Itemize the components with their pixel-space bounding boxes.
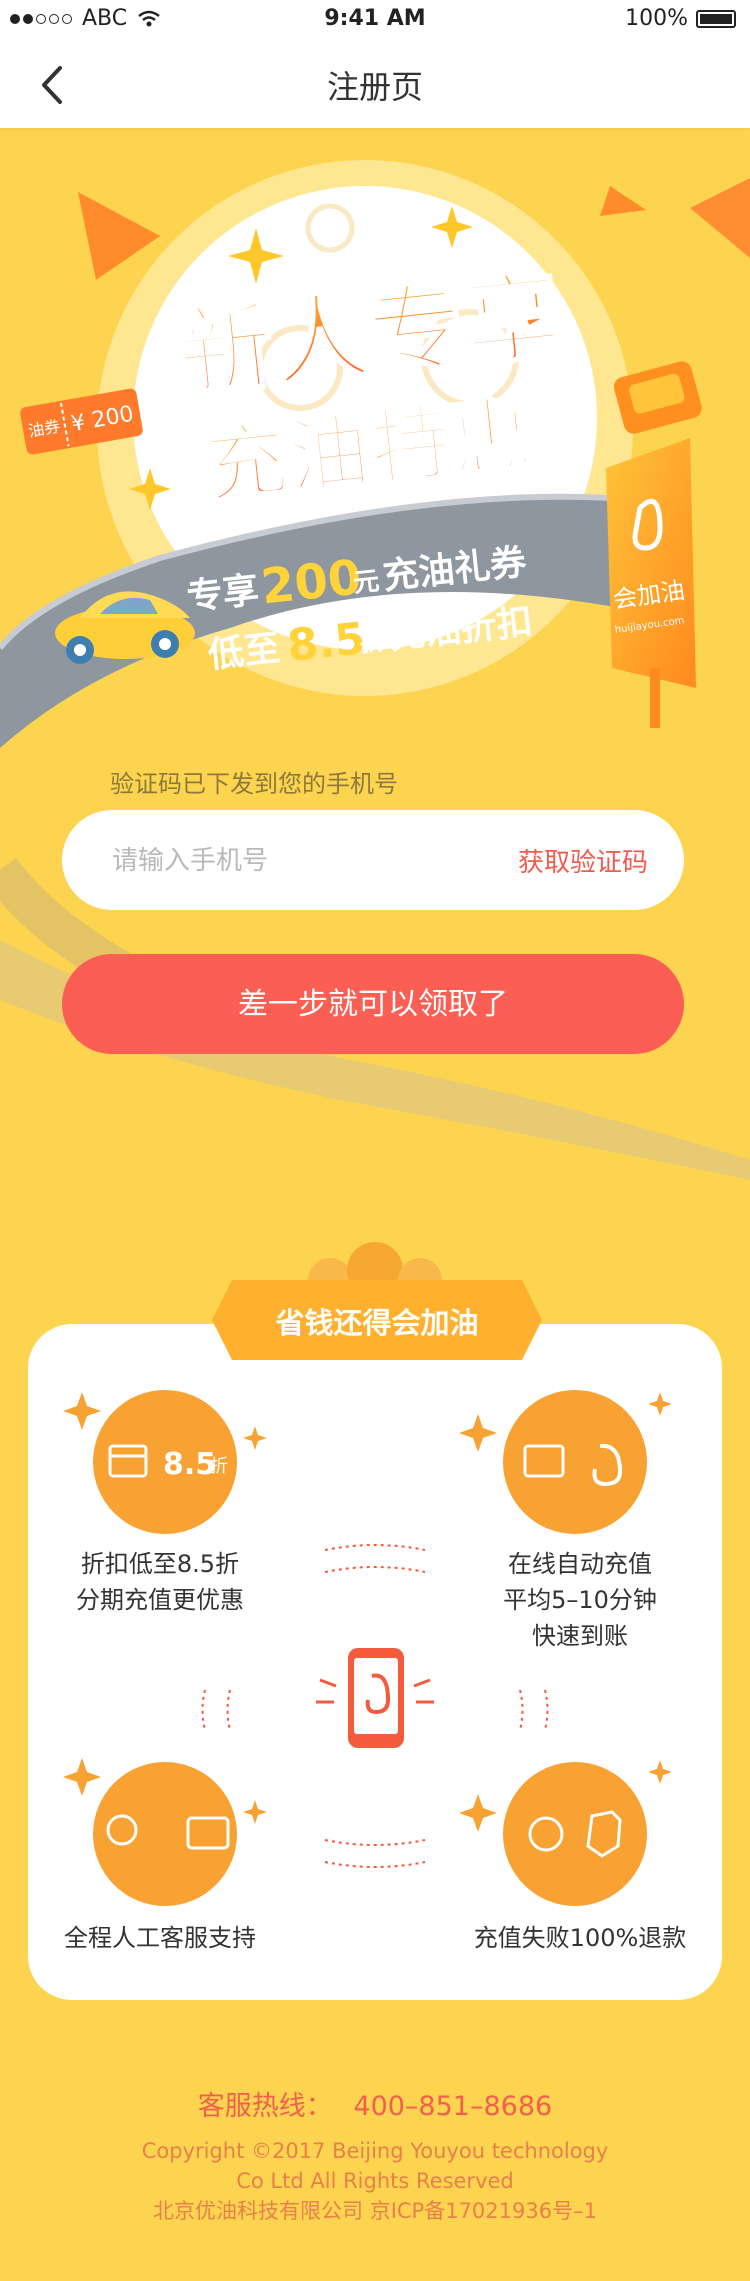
hero-sub2-num: 8.5 xyxy=(285,613,368,672)
status-right: 100% xyxy=(625,6,736,31)
nav-bar: 注册页 xyxy=(0,40,750,128)
hero-banner: 油券 ¥ 200 会加油 huijiayou.com 新人专享 充油特惠 专享 … xyxy=(0,160,750,748)
hotline-label: 客服热线： xyxy=(197,2091,333,2122)
feature-service-text: 全程人工客服支持 xyxy=(30,1920,290,1956)
copyright-line: 北京优油科技有限公司 京ICP备17021936号–1 xyxy=(153,2199,597,2223)
status-bar: ABC 9:41 AM 100% xyxy=(0,0,750,40)
feature-refund-text: 充值失败100%退款 xyxy=(450,1920,710,1956)
feature-line: 全程人工客服支持 xyxy=(64,1924,256,1952)
submit-button[interactable]: 差一步就可以领取了 xyxy=(62,954,684,1054)
discount-badge-num: 8.5 xyxy=(163,1447,216,1482)
deco-triangle xyxy=(690,178,750,258)
copyright: Copyright ©2017 Beijing Youyou technolog… xyxy=(0,2136,750,2226)
copyright-line: Copyright ©2017 Beijing Youyou technolog… xyxy=(141,2139,609,2163)
discount-badge-unit: 折 xyxy=(210,1456,228,1477)
hotline: 客服热线： 400–851–8686 xyxy=(0,2084,750,2123)
recharge-feature-icon xyxy=(460,1390,672,1534)
deco-triangle xyxy=(78,192,160,280)
battery-percent: 100% xyxy=(625,6,688,31)
refund-feature-icon xyxy=(460,1760,672,1906)
phone-field-container: 获取验证码 xyxy=(62,810,684,910)
hero-sub1-num: 200 xyxy=(258,549,364,615)
feature-line: 充值失败100%退款 xyxy=(473,1924,687,1952)
battery-icon xyxy=(696,9,736,28)
phone-input[interactable] xyxy=(110,840,444,882)
discount-feature-icon: 8.5 折 xyxy=(63,1390,267,1534)
hero-sub2-unit: 折 xyxy=(358,626,387,659)
page-title: 注册页 xyxy=(326,68,423,106)
deco-triangle xyxy=(600,186,646,216)
brand-sign: 会加油 huijiayou.com xyxy=(606,438,696,728)
hero-sub1-pre: 专享 xyxy=(185,570,261,618)
sms-hint: 验证码已下发到您的手机号 xyxy=(110,770,398,798)
hotline-number[interactable]: 400–851–8686 xyxy=(353,2091,552,2122)
hero-sub2-pre: 低至 xyxy=(206,628,282,676)
service-feature-icon xyxy=(63,1758,267,1906)
copyright-line: Co Ltd All Rights Reserved xyxy=(236,2169,514,2193)
hero-sub1-unit: 元 xyxy=(352,566,381,599)
get-code-button[interactable]: 获取验证码 xyxy=(518,842,648,879)
feature-banner-title: 省钱还得会加油 xyxy=(275,1306,479,1340)
